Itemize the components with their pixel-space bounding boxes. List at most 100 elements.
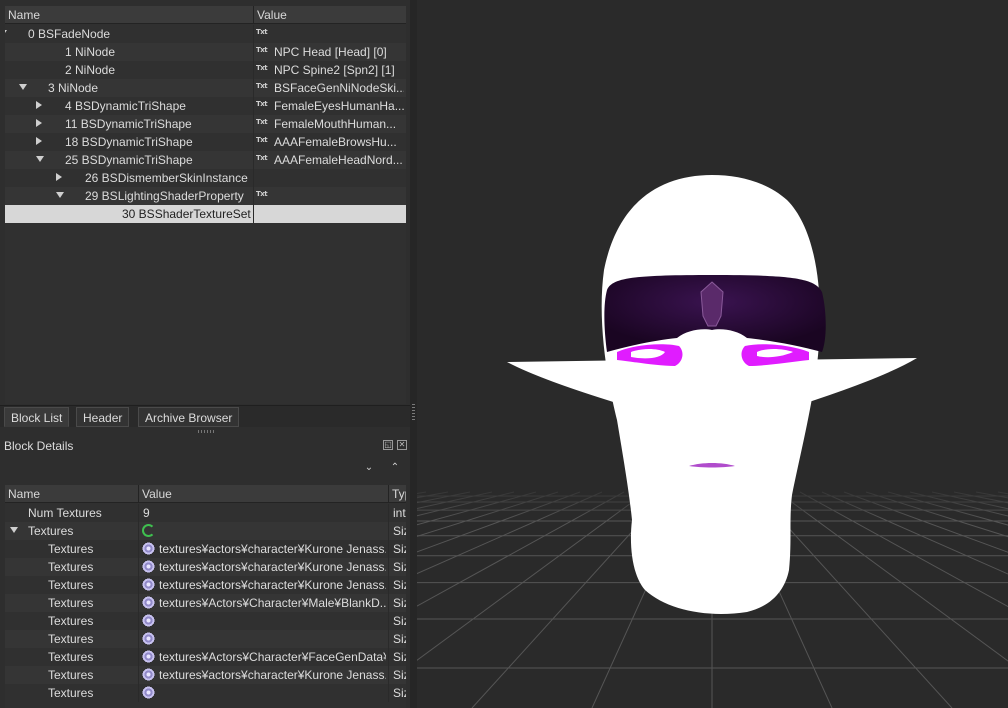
detail-row-value[interactable]: 9 [143,506,386,520]
detail-row-value[interactable]: textures¥actors¥character¥Kurone Jenass.… [159,668,386,682]
tree-row[interactable]: 26 BSDismemberSkinInstance [5,169,406,187]
tree-row[interactable]: 3 NiNode Txt BSFaceGenNiNodeSki... [5,79,406,97]
tree-row[interactable]: 4 BSDynamicTriShape Txt FemaleEyesHumanHa.… [5,97,406,115]
head-mesh [507,175,917,614]
detail-row[interactable]: Textures textures¥Actors¥Character¥FaceGe… [5,648,406,666]
texture-file-icon[interactable] [142,668,155,681]
detail-row-name: Num Textures [28,506,102,520]
collapse-arrow-icon[interactable] [19,84,27,90]
detail-row-type: Siz [393,614,406,628]
detail-row-type: Siz [393,542,406,556]
detail-row[interactable]: Textures Siz [5,522,406,540]
tree-header: Name Value [5,6,406,24]
tree-row[interactable]: 11 BSDynamicTriShape Txt FemaleMouthHuman.… [5,115,406,133]
detail-row[interactable]: Textures Siz [5,612,406,630]
txt-type-icon: Txt [256,82,268,90]
detail-row-name: Textures [48,668,94,682]
detail-row-value[interactable]: textures¥actors¥character¥Kurone Jenass.… [159,560,386,574]
detail-row[interactable]: Num Textures 9 int [5,504,406,522]
texture-file-icon[interactable] [142,578,155,591]
tree-row[interactable]: 1 NiNode Txt NPC Head [Head] [0] [5,43,406,61]
tab-header[interactable]: Header [76,407,130,427]
detail-row-value[interactable]: textures¥Actors¥Character¥Male¥BlankD... [159,596,386,610]
expand-all-icon[interactable]: ⌃ [388,462,402,476]
detail-row-name: Textures [48,542,94,556]
detail-row[interactable]: Textures textures¥actors¥character¥Kurone… [5,576,406,594]
detail-row-type: Siz [393,578,406,592]
expand-arrow-icon[interactable] [36,119,42,127]
collapse-arrow-icon[interactable] [5,30,7,36]
tab-archive-browser[interactable]: Archive Browser [138,407,240,427]
txt-type-icon: Txt [256,28,268,36]
tree-row[interactable]: 25 BSDynamicTriShape Txt AAAFemaleHeadNord… [5,151,406,169]
column-header-value[interactable]: Value [142,487,172,501]
texture-file-icon[interactable] [142,560,155,573]
texture-file-icon[interactable] [142,596,155,609]
collapse-arrow-icon[interactable] [10,527,18,533]
txt-type-icon: Txt [256,118,268,126]
detail-row[interactable]: Textures textures¥Actors¥Character¥Male¥B… [5,594,406,612]
column-header-name[interactable]: Name [8,487,40,501]
txt-type-icon: Txt [256,100,268,108]
expand-arrow-icon[interactable] [36,101,42,109]
refresh-icon[interactable] [142,524,155,537]
detail-row-name: Textures [48,596,94,610]
collapse-arrow-icon[interactable] [56,192,64,198]
detail-row[interactable]: Textures textures¥actors¥character¥Kurone… [5,558,406,576]
block-details-table[interactable]: Name Value Typ Num Textures 9 int Textures S… [5,485,406,708]
tree-row[interactable]: 29 BSLightingShaderProperty Txt [5,187,406,205]
float-icon[interactable]: ◱ [383,440,393,450]
texture-file-icon[interactable] [142,542,155,555]
detail-row-value[interactable]: textures¥actors¥character¥Kurone Jenass.… [159,578,386,592]
tree-row-name: 29 BSLightingShaderProperty [85,189,244,203]
column-header-value[interactable]: Value [257,8,287,22]
column-header-name[interactable]: Name [8,8,40,22]
panel-splitter[interactable] [410,0,417,708]
left-panel: Name Value 0 BSFadeNode Txt 1 NiNode Txt NPC… [0,0,410,708]
detail-row-name: Textures [48,560,94,574]
detail-row[interactable]: Textures Siz [5,684,406,702]
detail-row-type: int [393,506,406,520]
detail-row-value[interactable]: textures¥actors¥character¥Kurone Jenass.… [159,542,386,556]
tree-row[interactable]: 18 BSDynamicTriShape Txt AAAFemaleBrowsHu.… [5,133,406,151]
detail-row-name: Textures [28,524,74,538]
detail-row[interactable]: Textures textures¥actors¥character¥Kurone… [5,540,406,558]
panel-tabs: Block List Header Archive Browser [0,405,410,427]
texture-file-icon[interactable] [142,650,155,663]
txt-type-icon: Txt [256,136,268,144]
detail-row[interactable]: Textures textures¥actors¥character¥Kurone… [5,666,406,684]
tree-row[interactable]: 30 BSShaderTextureSet [5,205,406,223]
collapse-arrow-icon[interactable] [36,156,44,162]
close-icon[interactable]: ✕ [397,440,407,450]
block-list-tree[interactable]: Name Value 0 BSFadeNode Txt 1 NiNode Txt NPC… [5,6,406,404]
tree-row-name: 2 NiNode [65,63,116,77]
detail-row-value[interactable]: textures¥Actors¥Character¥FaceGenData¥..… [159,650,386,664]
texture-file-icon[interactable] [142,686,155,699]
3d-viewport[interactable] [417,0,1008,708]
tree-row-value: AAAFemaleHeadNord... [274,153,403,167]
txt-type-icon: Txt [256,46,268,54]
tree-row-name: 18 BSDynamicTriShape [65,135,193,149]
collapse-all-icon[interactable]: ⌄ [362,462,376,476]
block-details-title: Block Details [4,439,74,453]
expand-arrow-icon[interactable] [56,173,62,181]
tree-row-value: AAAFemaleBrowsHu... [274,135,397,149]
expand-arrow-icon[interactable] [36,137,42,145]
txt-type-icon: Txt [256,190,268,198]
dock-resize-handle[interactable] [198,430,216,433]
tree-row-name: 1 NiNode [65,45,116,59]
tree-row-name: 25 BSDynamicTriShape [65,153,193,167]
texture-file-icon[interactable] [142,632,155,645]
tab-block-list[interactable]: Block List [4,407,70,427]
texture-file-icon[interactable] [142,614,155,627]
render-canvas [417,175,1008,708]
tree-row-value: FemaleEyesHumanHa... [274,99,404,113]
tree-row[interactable]: 2 NiNode Txt NPC Spine2 [Spn2] [1] [5,61,406,79]
detail-row-type: Siz [393,686,406,700]
column-header-type[interactable]: Typ [392,487,406,501]
detail-row-name: Textures [48,614,94,628]
tree-row-name: 4 BSDynamicTriShape [65,99,186,113]
tree-row[interactable]: 0 BSFadeNode Txt [5,25,406,43]
detail-row[interactable]: Textures Siz [5,630,406,648]
detail-row-name: Textures [48,578,94,592]
